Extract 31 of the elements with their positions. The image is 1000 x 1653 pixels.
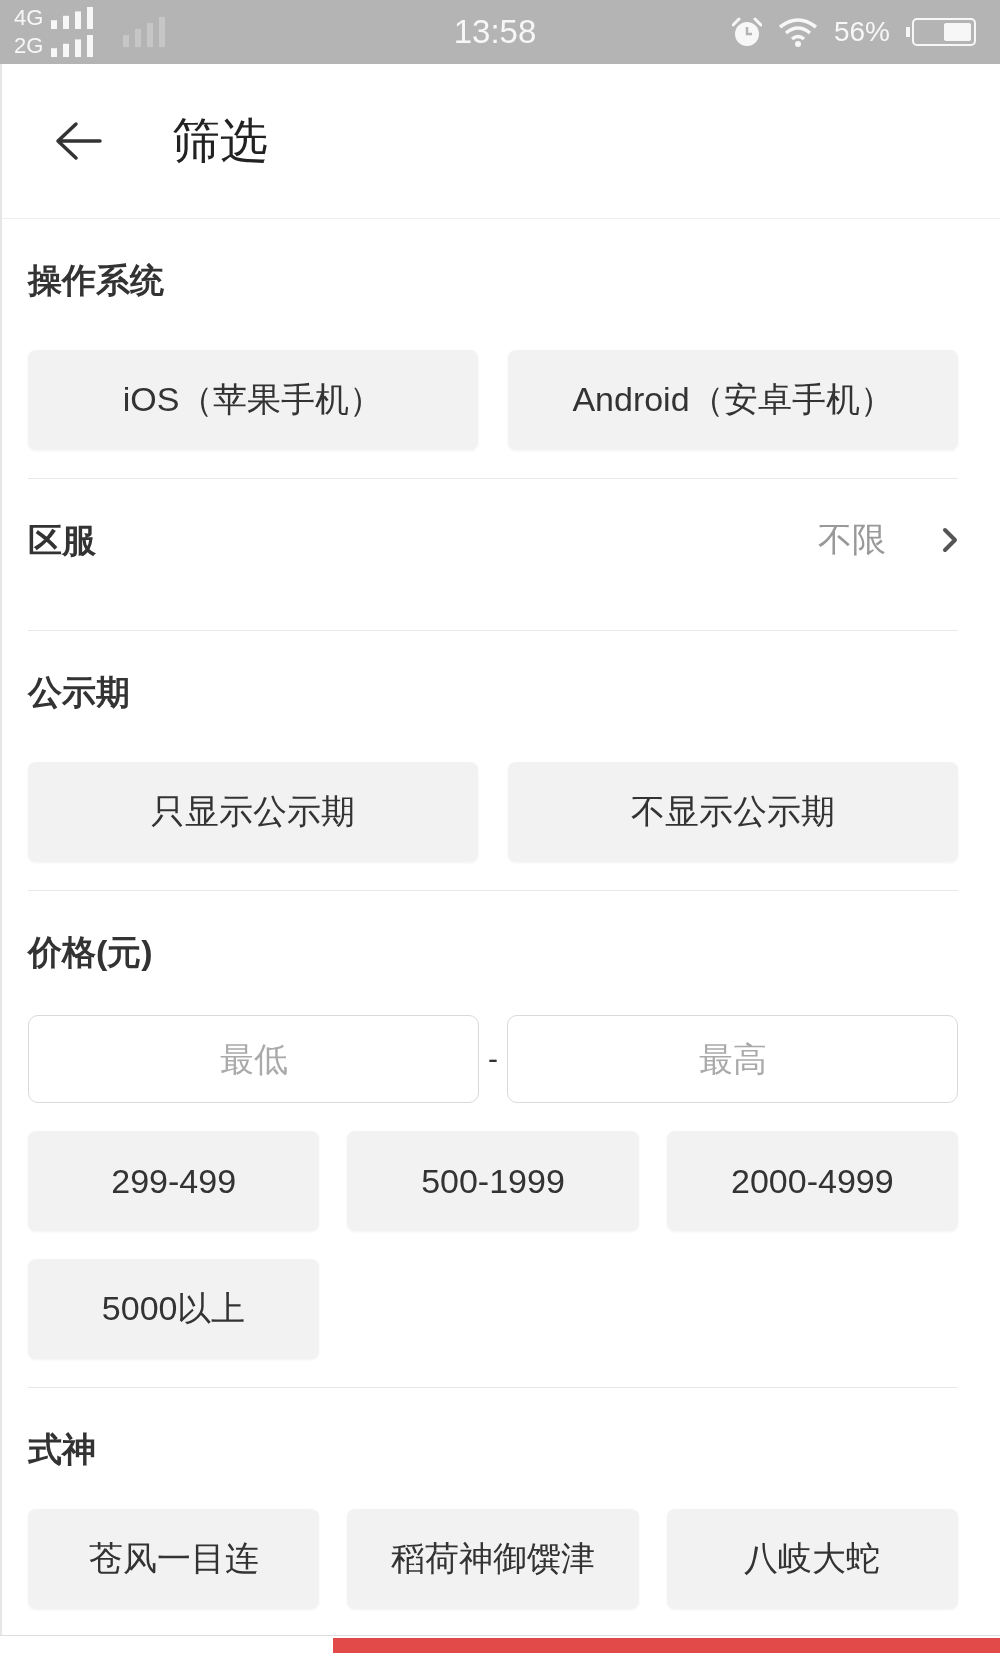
- back-arrow-icon[interactable]: [54, 121, 102, 161]
- network-type-label: 4G: [14, 5, 44, 31]
- filter-option-button[interactable]: Android（安卓手机）: [508, 350, 958, 450]
- clock-time: 13:58: [453, 13, 537, 51]
- filter-option-button[interactable]: 不显示公示期: [508, 762, 958, 862]
- alarm-icon: [731, 17, 762, 47]
- filter-option-button[interactable]: iOS（苹果手机）: [28, 350, 478, 450]
- filter-option-button[interactable]: 苍风一目连: [28, 1509, 320, 1609]
- min-price-field[interactable]: 最低: [28, 1015, 479, 1103]
- page-title: 筛选: [172, 113, 268, 169]
- filter-option-button[interactable]: 5000以上: [28, 1259, 320, 1359]
- filter-option-button[interactable]: 只显示公示期: [28, 762, 478, 862]
- section-title: 区服: [28, 520, 97, 561]
- range-separator: -: [487, 1042, 499, 1076]
- filter-option-button[interactable]: 299-499: [28, 1131, 320, 1231]
- battery-icon: [906, 18, 976, 46]
- section-title: 价格(元): [28, 932, 154, 973]
- signal-icon: [51, 7, 94, 29]
- max-price-field[interactable]: 最高: [507, 1015, 958, 1103]
- chevron-right-icon[interactable]: [942, 527, 958, 553]
- section-title: 公示期: [28, 672, 131, 713]
- network-type-label: 2G: [14, 33, 44, 59]
- filter-option-button[interactable]: 2000-4999: [666, 1131, 958, 1231]
- signal-icon: [51, 35, 94, 57]
- section-title: 式神: [28, 1429, 97, 1470]
- wifi-icon: [777, 17, 818, 47]
- filter-option-button[interactable]: 稻荷神御馔津: [347, 1509, 639, 1609]
- section-title: 操作系统: [28, 260, 165, 301]
- filter-option-button[interactable]: 八岐大蛇: [666, 1509, 958, 1609]
- battery-percent: 56%: [833, 16, 890, 48]
- filter-option-button[interactable]: 500-1999: [347, 1131, 639, 1231]
